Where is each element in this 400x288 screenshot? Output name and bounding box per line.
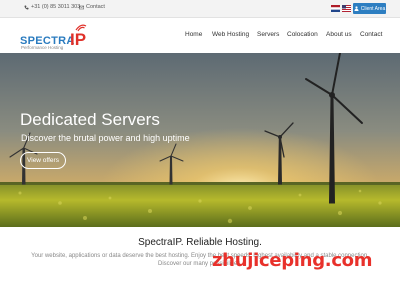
phone-contact[interactable]: +31 (0) 85 3011 303 (24, 4, 80, 10)
hero-subtitle: Discover the brutal power and high uptim… (21, 133, 190, 143)
top-bar: +31 (0) 85 3011 303 Contact Client Area (0, 0, 400, 18)
header: SPECTRA IP Performance Hosting Home Web … (0, 18, 400, 53)
hero-banner: Dedicated Servers Discover the brutal po… (0, 53, 400, 227)
nav-home[interactable]: Home (185, 31, 202, 38)
phone-icon (24, 5, 29, 10)
dutch-flag-icon[interactable] (331, 5, 340, 12)
user-icon (354, 6, 359, 11)
main-nav: Home Web Hosting Servers Colocation Abou… (0, 31, 400, 41)
us-flag-icon[interactable] (342, 5, 351, 12)
phone-number: +31 (0) 85 3011 303 (31, 4, 81, 10)
mail-icon (79, 5, 84, 9)
section-headline: SpectraIP. Reliable Hosting. (138, 237, 262, 248)
client-area-label: Client Area (360, 5, 386, 12)
view-offers-button[interactable]: View offers (20, 152, 66, 169)
client-area-button[interactable]: Client Area (353, 3, 386, 14)
watermark: zhujiceping.com (212, 250, 373, 271)
nav-about-us[interactable]: About us (326, 31, 352, 38)
nav-contact[interactable]: Contact (360, 31, 382, 38)
logo-tagline: Performance Hosting (21, 45, 64, 50)
nav-colocation[interactable]: Colocation (287, 31, 318, 38)
contact-link[interactable]: Contact (79, 4, 105, 10)
nav-servers[interactable]: Servers (257, 31, 279, 38)
hero-title: Dedicated Servers (20, 110, 160, 129)
nav-web-hosting[interactable]: Web Hosting (212, 31, 249, 38)
contact-label: Contact (86, 4, 105, 10)
